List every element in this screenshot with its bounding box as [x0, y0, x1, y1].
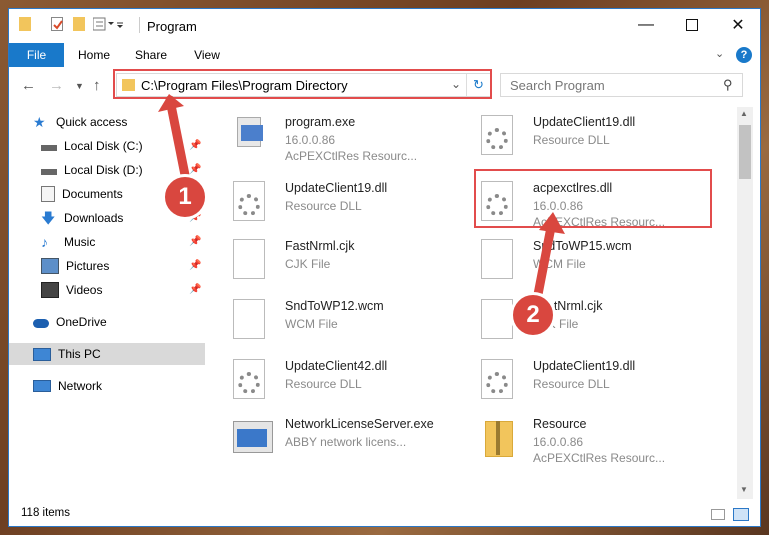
annotation-arrows [158, 94, 565, 315]
annotation-badge-2: 2 [510, 292, 556, 338]
arrow-2-head [539, 212, 565, 234]
annotation-badge-1: 1 [162, 174, 208, 220]
